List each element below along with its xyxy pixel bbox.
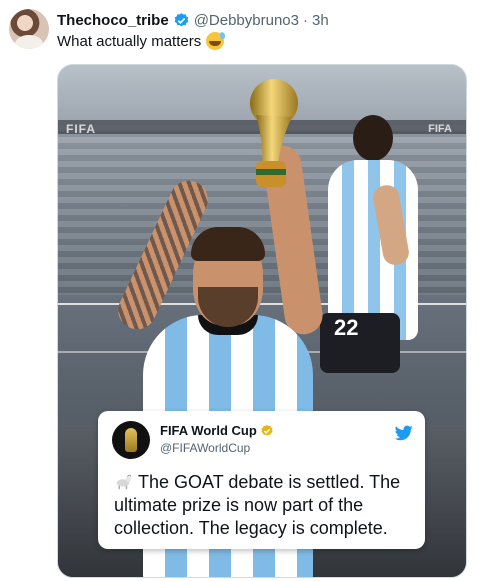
- tweet-header: Thechoco_tribe @Debbybruno3 · 3h: [57, 10, 329, 30]
- twitter-bird-icon: [395, 425, 413, 441]
- verified-badge-icon: [174, 12, 188, 26]
- player-number: 22: [334, 315, 359, 340]
- tweet-body: What actually matters: [57, 32, 202, 50]
- card-display-name: FIFA World Cup: [160, 423, 274, 438]
- player-shorts: [320, 313, 400, 373]
- tweet-text: What actually matters: [57, 32, 225, 50]
- card-name-text: FIFA World Cup: [160, 423, 257, 438]
- player-head: [353, 115, 393, 161]
- user-handle[interactable]: @Debbybruno3: [194, 12, 299, 29]
- world-cup-trophy-icon: [250, 79, 298, 187]
- sweat-smile-emoji-icon: [206, 32, 225, 50]
- separator-dot: ·: [302, 11, 308, 29]
- card-text: The GOAT debate is settled. The ultimate…: [114, 471, 414, 540]
- card-text-body: The GOAT debate is settled. The ultimate…: [114, 472, 401, 538]
- stadium-sign-left: FIFA: [66, 122, 96, 136]
- card-handle: @FIFAWorldCup: [160, 441, 251, 455]
- display-name[interactable]: Thechoco_tribe: [57, 12, 169, 29]
- tweet-image[interactable]: FIFA FIFA 22 FIFA World Cup @FIFAWorldCu…: [57, 64, 467, 578]
- player-hair: [191, 227, 265, 261]
- gold-verified-badge-icon: [261, 424, 273, 436]
- goat-icon: [116, 474, 132, 490]
- avatar[interactable]: [9, 9, 49, 49]
- embedded-tweet-card: FIFA World Cup @FIFAWorldCup The GOAT de…: [98, 411, 425, 549]
- stadium-sign-right: FIFA: [428, 123, 452, 135]
- timestamp[interactable]: 3h: [312, 12, 329, 29]
- fifa-avatar: [112, 421, 150, 459]
